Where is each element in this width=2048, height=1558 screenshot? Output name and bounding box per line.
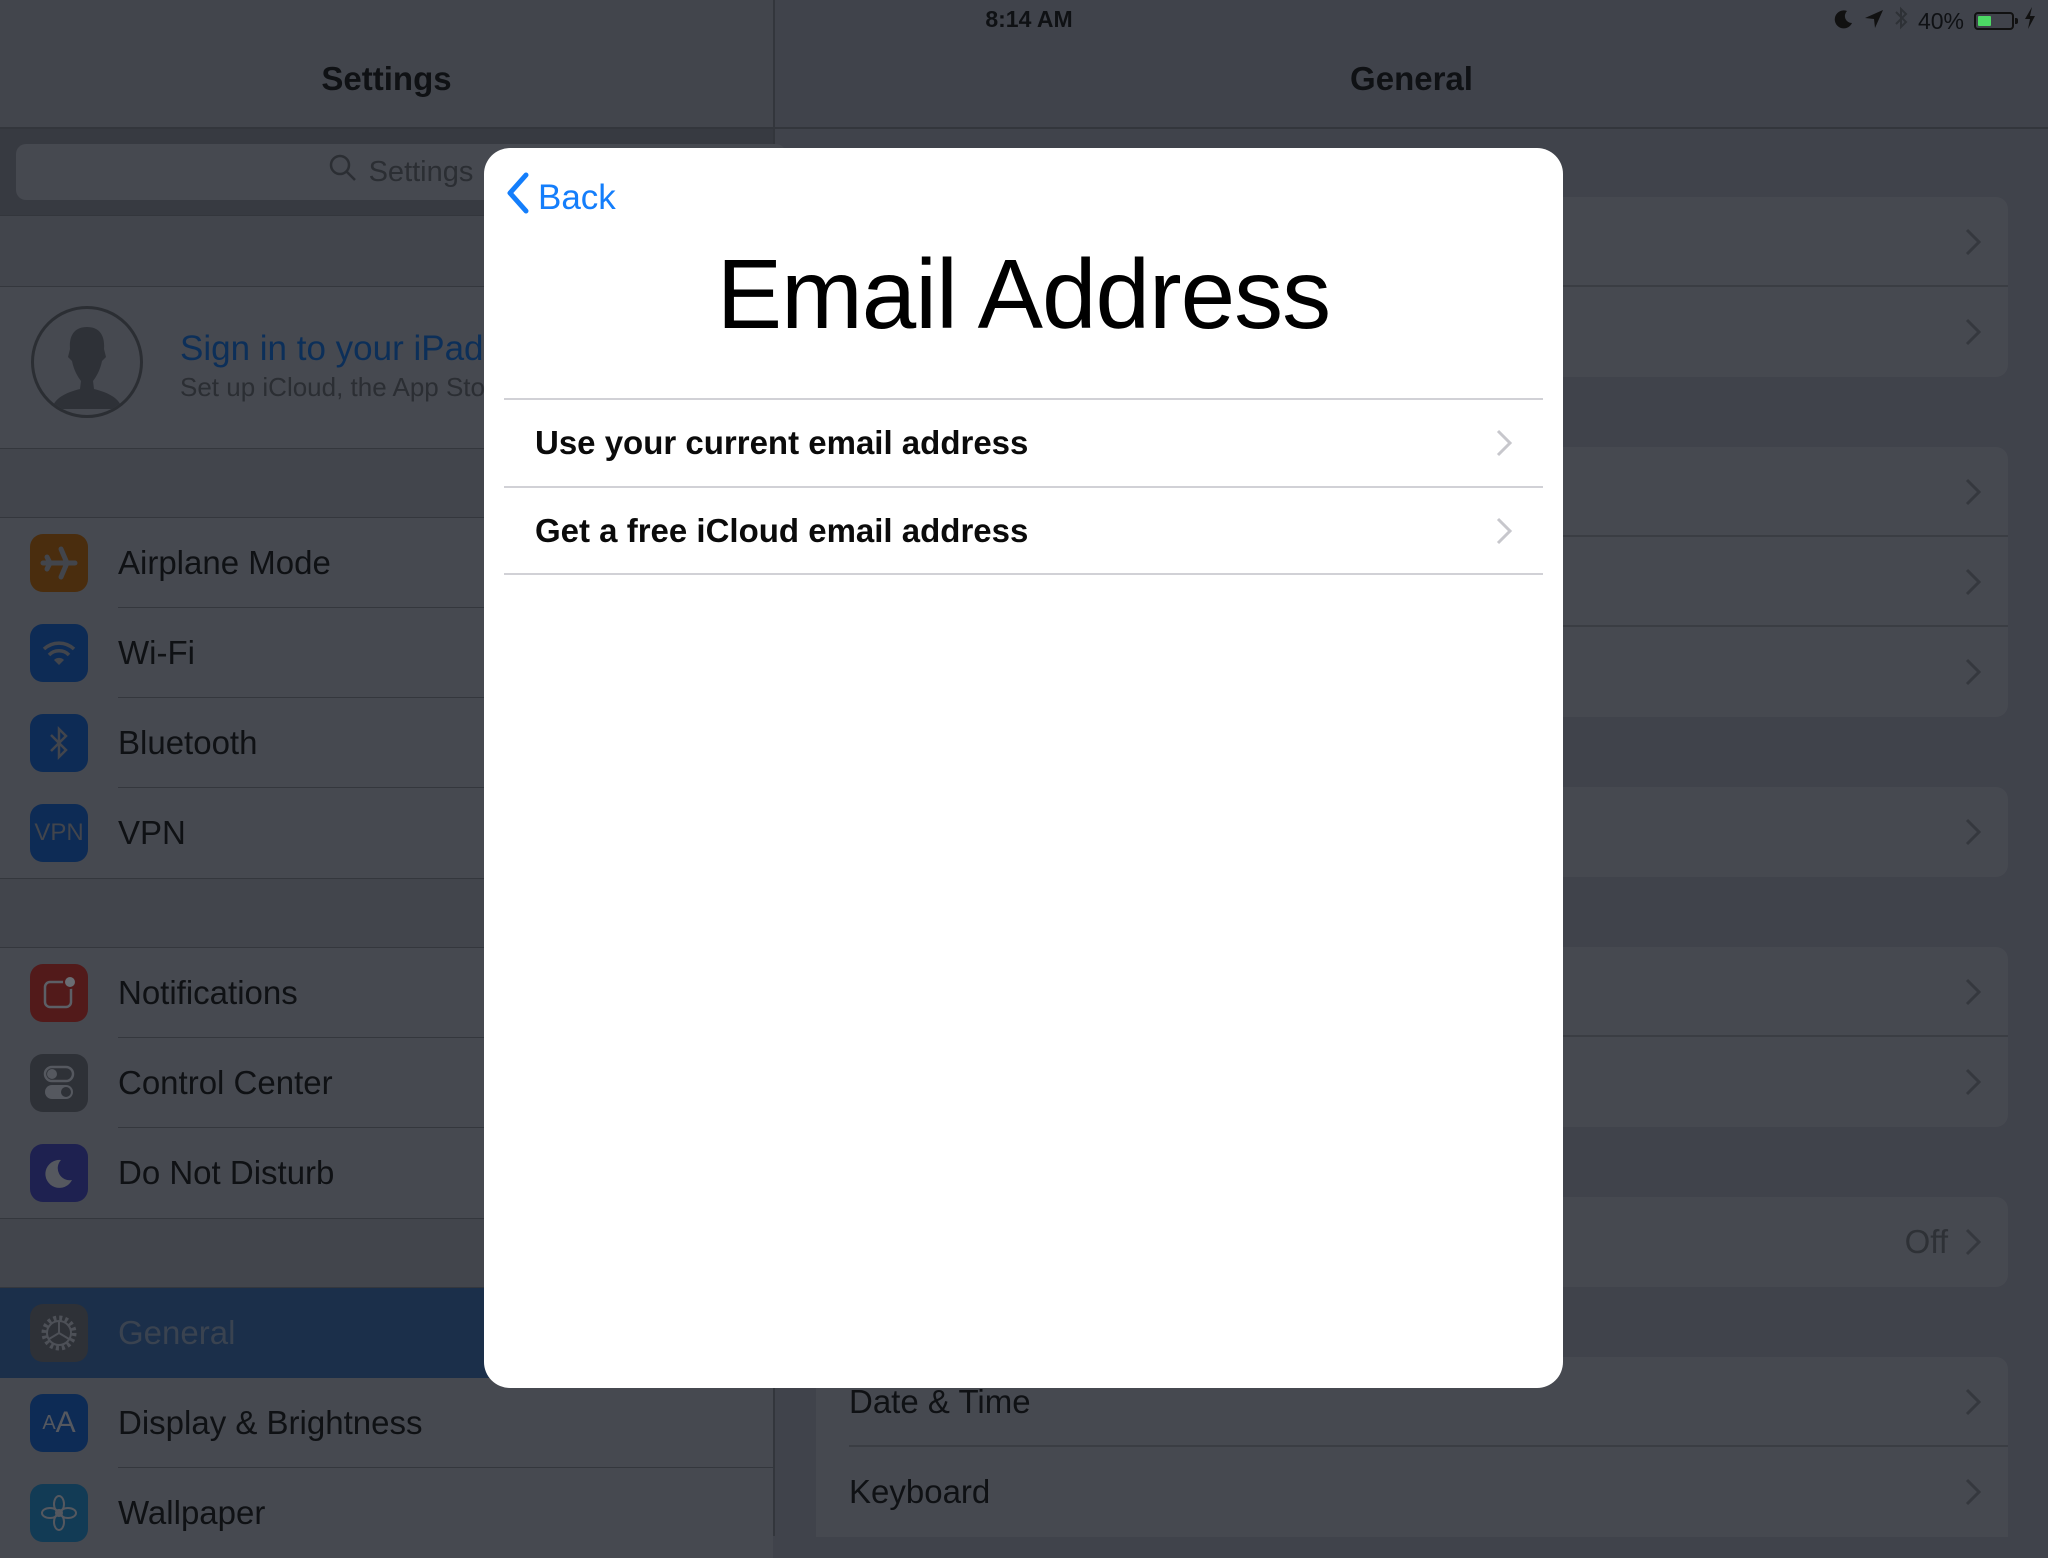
sidebar-item-label: Airplane Mode [118, 544, 331, 581]
wifi-icon [30, 624, 88, 682]
charging-bolt-icon [2024, 7, 2036, 35]
sidebar-item-label: Notifications [118, 974, 298, 1011]
detail-title: General [1350, 60, 1473, 97]
email-address-modal: Back Email Address Use your current emai… [484, 148, 1563, 1388]
chevron-right-icon [1964, 1477, 1982, 1512]
option-use-current-email[interactable]: Use your current email address [504, 400, 1543, 486]
chevron-right-icon [1964, 227, 1982, 262]
bluetooth-icon [1894, 6, 1908, 36]
chevron-right-icon [1964, 1227, 1982, 1262]
control-center-icon [30, 1054, 88, 1112]
header-divider [775, 127, 2048, 129]
chevron-right-icon [1964, 1067, 1982, 1102]
back-button[interactable]: Back [506, 172, 616, 223]
modal-title: Email Address [716, 239, 1331, 349]
search-placeholder: Settings [368, 155, 474, 188]
sidebar-item-wallpaper[interactable]: Wallpaper [0, 1468, 773, 1558]
back-label: Back [538, 177, 616, 217]
divider [504, 573, 1543, 575]
display-brightness-glyph-large: A [55, 1406, 76, 1439]
moon-icon [30, 1144, 88, 1202]
option-get-free-icloud-email[interactable]: Get a free iCloud email address [504, 488, 1543, 574]
chevron-right-icon [1964, 1387, 1982, 1422]
sidebar-item-label: Wi-Fi [118, 634, 195, 671]
sidebar-title: Settings [321, 60, 452, 97]
display-brightness-glyph-small: A [42, 1411, 56, 1434]
search-icon [329, 154, 357, 190]
sign-in-title[interactable]: Sign in to your iPad [180, 329, 484, 369]
sidebar-item-label: Do Not Disturb [118, 1154, 335, 1191]
chevron-right-icon [1495, 516, 1513, 551]
option-label: Get a free iCloud email address [535, 512, 1029, 549]
chevron-right-icon [1964, 657, 1982, 692]
sidebar-item-label: Wallpaper [118, 1494, 266, 1531]
gear-icon [30, 1304, 88, 1362]
row-value: Off [1904, 1223, 1948, 1260]
chevron-right-icon [1964, 477, 1982, 512]
chevron-right-icon [1964, 317, 1982, 352]
chevron-right-icon [1495, 428, 1513, 463]
option-label: Use your current email address [535, 424, 1029, 461]
notifications-icon [30, 964, 88, 1022]
detail-row-keyboard[interactable]: Keyboard [816, 1447, 2008, 1537]
airplane-icon [30, 534, 88, 592]
sidebar-item-label: Display & Brightness [118, 1404, 423, 1441]
sidebar-item-display-brightness[interactable]: AA Display & Brightness [0, 1378, 773, 1468]
chevron-right-icon [1964, 567, 1982, 602]
wallpaper-flower-icon [30, 1484, 88, 1542]
row-label: Date & Time [849, 1383, 1031, 1420]
sidebar-item-label: Control Center [118, 1064, 333, 1101]
row-label: Keyboard [849, 1473, 991, 1510]
battery-level [1978, 16, 1991, 26]
sidebar-item-label: Bluetooth [118, 724, 258, 761]
location-arrow-icon [1864, 8, 1884, 35]
battery-percent: 40% [1917, 7, 1964, 34]
display-brightness-icon: AA [30, 1394, 88, 1452]
avatar [31, 306, 143, 418]
battery-icon [1974, 12, 2018, 30]
sidebar-item-label: VPN [118, 814, 186, 851]
chevron-right-icon [1964, 977, 1982, 1012]
sidebar-item-label: General [118, 1314, 236, 1351]
vpn-icon: VPN [30, 804, 88, 862]
chevron-right-icon [1964, 817, 1982, 852]
bluetooth-icon [30, 714, 88, 772]
moon-icon [1834, 8, 1854, 35]
chevron-left-icon [506, 172, 530, 223]
